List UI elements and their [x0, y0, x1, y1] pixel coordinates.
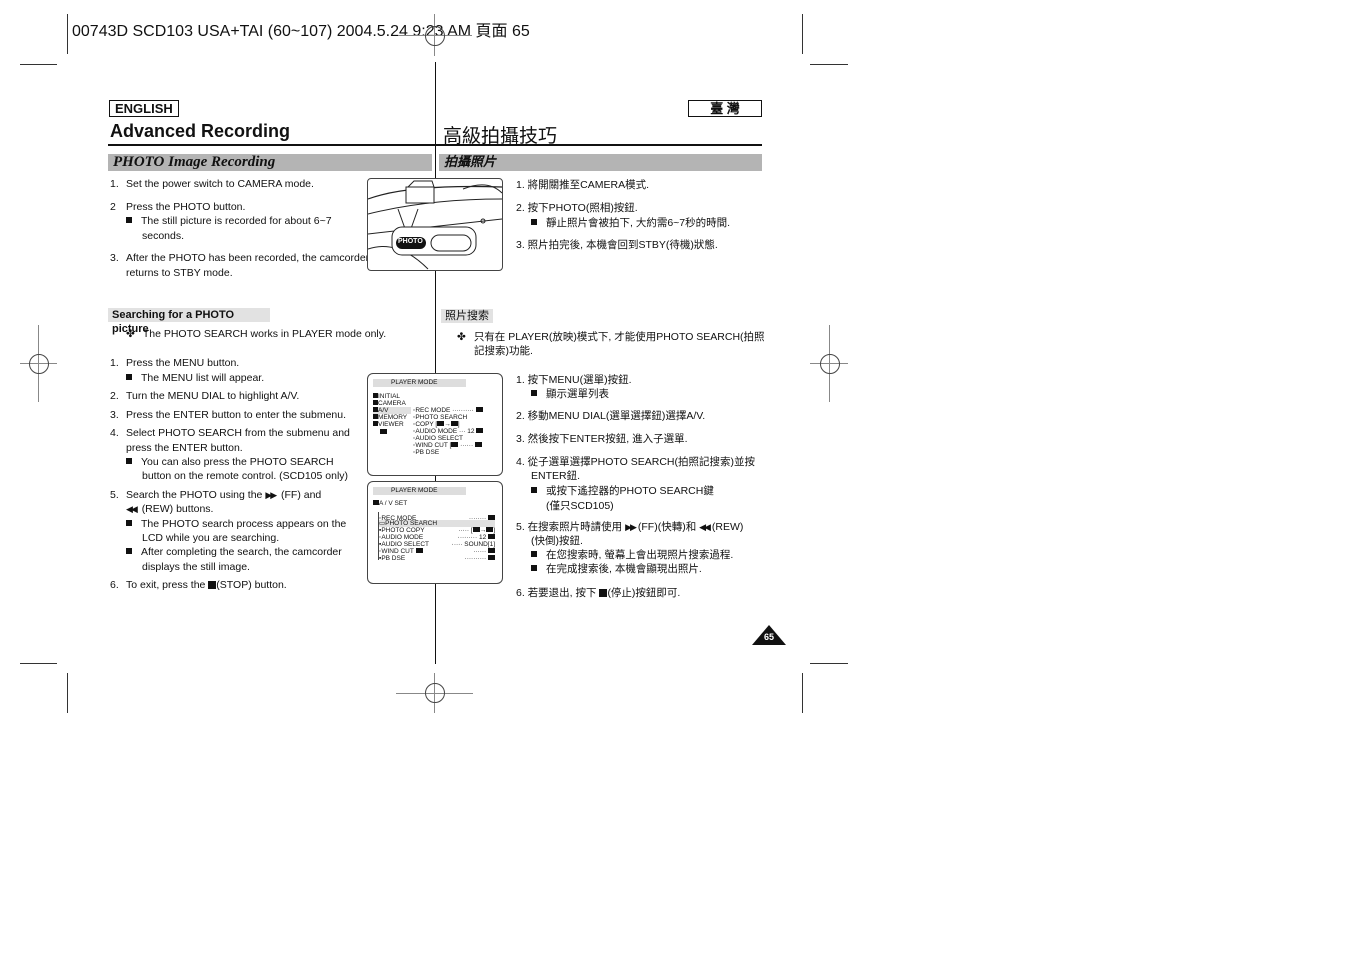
menu-screen-player-mode: PLAYER MODE INITIAL CAMERA A/V MEMORY VI… [367, 373, 503, 476]
menu-item-av: A/V [373, 407, 411, 414]
menu-item-camera: CAMERA [373, 400, 406, 407]
language-label-taiwan: 臺 灣 [688, 100, 762, 117]
search-step-5: 5. Search the PHOTO using the ▶▶ (FF) and [110, 489, 322, 501]
registration-circle [29, 354, 49, 374]
step-3-cont: returns to STBY mode. [126, 267, 233, 279]
submenu-copy: ◦COPY [→] [413, 421, 460, 428]
av-audio-mode: ◦AUDIO MODE ········· 12 [379, 534, 495, 541]
cn-search-step-4-cont: ENTER鈕. [531, 470, 581, 482]
cn-step-2: 2. 按下PHOTO(照相)按鈕. [516, 202, 638, 214]
search-step-5-cont: ◀◀ (REW) buttons. [126, 503, 214, 515]
registration-circle [425, 26, 445, 46]
menu-title: A / V SET [373, 500, 407, 507]
cn-search-step-6: 6. 若要退出, 按下 (停止)按鈕即可. [516, 587, 681, 599]
cn-note: ✤ 只有在 PLAYER(放映)模式下, 才能使用PHOTO SEARCH(拍照 [457, 331, 765, 343]
registration-circle [425, 683, 445, 703]
ff-icon: ▶▶ [625, 522, 637, 532]
av-photo-copy: ▪PHOTO COPY····· [→] [379, 527, 495, 534]
crop-mark [20, 663, 57, 664]
search-step-2: 2. Turn the MENU DIAL to highlight A/V. [110, 390, 300, 402]
submenu-rec-mode: ◦REC MODE ·········· [413, 407, 483, 414]
av-photo-search[interactable]: ▭PHOTO SEARCH [379, 520, 495, 527]
search-step-4-cont: press the ENTER button. [126, 442, 243, 454]
cn-search-step-4-bullet-cont: (僅只SCD105) [546, 500, 614, 512]
search-step-4-bullet-cont: button on the remote control. (SCD105 on… [142, 470, 349, 482]
step-3: 3. After the PHOTO has been recorded, the… [110, 252, 370, 264]
step-2-bullet-cont: seconds. [142, 230, 185, 242]
cn-step-3: 3. 照片拍完後, 本機會回到STBY(待機)狀態. [516, 239, 718, 251]
title-rule [108, 144, 762, 146]
cn-search-step-5-cont: (快倒)按鈕. [531, 535, 583, 547]
note: ✤ The PHOTO SEARCH works in PLAYER mode o… [126, 328, 387, 340]
search-step-5-bullet-2-cont: displays the still image. [142, 561, 250, 573]
ff-icon: ▶▶ [265, 490, 277, 500]
search-step-1: 1. Press the MENU button. [110, 357, 240, 369]
cn-step-2-bullet: 靜止照片會被拍下, 大約需6~7秒的時間. [531, 216, 730, 230]
photo-button-label: PHOTO [398, 238, 423, 245]
section-title-cn: 拍攝照片 [439, 154, 762, 171]
submenu-audio-mode: ◦AUDIO MODE ··· 12 [413, 428, 484, 435]
menu-item-memory: MEMORY [373, 414, 407, 421]
cn-note-cont: 記搜索)功能. [474, 345, 533, 357]
av-audio-select: ▪AUDIO SELECT ····· SOUND[1] [379, 541, 495, 548]
search-step-4: 4. Select PHOTO SEARCH from the submenu a… [110, 427, 350, 439]
search-step-5-bullet-1: The PHOTO search process appears on the [126, 517, 346, 531]
crop-mark [810, 663, 848, 664]
cn-step-1: 1. 將開關推至CAMERA模式. [516, 179, 650, 191]
crop-mark [67, 673, 68, 713]
av-wind-cut: ◦WIND CUT ······ [379, 548, 495, 555]
cn-search-step-3: 3. 然後按下ENTER按鈕, 進入子選單. [516, 433, 688, 445]
menu-item-initial: INITIAL [373, 393, 400, 400]
page-title: Advanced Recording [110, 121, 291, 141]
print-header: 00743D SCD103 USA+TAI (60~107) 2004.5.24… [72, 23, 530, 40]
subsection-title: Searching for a PHOTO picture [108, 308, 270, 335]
submenu-audio-select: ◦AUDIO SELECT [413, 435, 463, 442]
crop-mark [810, 64, 848, 65]
menu-header: PLAYER MODE [373, 487, 466, 495]
submenu-photo-search: ◦PHOTO SEARCH [413, 414, 468, 421]
cn-search-step-4: 4. 從子選單選擇PHOTO SEARCH(拍照記搜索)並按 [516, 456, 755, 468]
search-step-3: 3. Press the ENTER button to enter the su… [110, 409, 347, 421]
crop-mark [802, 14, 803, 54]
rew-icon: ◀◀ [126, 504, 138, 514]
menu-icon [380, 429, 387, 436]
submenu-pb-dse: ◦PB DSE [413, 449, 440, 456]
av-pb-dse: ▪PB DSE ·········· [379, 555, 495, 562]
search-step-1-bullet: The MENU list will appear. [126, 371, 264, 385]
cn-search-step-2: 2. 移動MENU DIAL(選單選擇鈕)選擇A/V. [516, 410, 706, 422]
camera-illustration: PHOTO [367, 178, 503, 271]
step-2-bullet: The still picture is recorded for about … [126, 214, 332, 228]
registration-circle [820, 354, 840, 374]
camcorder-drawing [368, 180, 502, 270]
step-2: 2 Press the PHOTO button. [110, 201, 246, 213]
search-step-4-bullet: You can also press the PHOTO SEARCH [126, 455, 334, 469]
page-number: 65 [763, 632, 774, 642]
subsection-title-cn: 照片搜索 [441, 309, 493, 323]
language-label-english: ENGLISH [109, 100, 179, 117]
search-step-5-bullet-2: After completing the search, the camcord… [126, 545, 342, 559]
submenu-wind-cut: ◦WIND CUT [ ······ [413, 442, 482, 449]
cn-search-step-5-bullet-1: 在您搜索時, 螢幕上會出現照片搜索過程. [531, 548, 733, 562]
crop-mark [67, 14, 68, 54]
page-title-cn: 高級拍攝技巧 [443, 126, 558, 147]
crop-mark [802, 673, 803, 713]
menu-header: PLAYER MODE [373, 379, 466, 387]
section-title: PHOTO Image Recording [108, 154, 432, 171]
search-step-5-bullet-1-cont: LCD while you are searching. [142, 532, 280, 544]
cn-search-step-5: 5. 在搜索照片時請使用 ▶▶ (FF)(快轉)和 ◀◀ (REW) [516, 521, 744, 533]
menu-item-viewer: VIEWER [373, 421, 404, 428]
search-step-6: 6. To exit, press the (STOP) button. [110, 579, 287, 591]
menu-screen-av-set: PLAYER MODE A / V SET ◦REC MODE ········ … [367, 481, 503, 584]
cn-search-step-1: 1. 按下MENU(選單)按鈕. [516, 374, 632, 386]
cn-search-step-4-bullet: 或按下遙控器的PHOTO SEARCH鍵 [531, 484, 714, 498]
rew-icon: ◀◀ [699, 522, 711, 532]
crop-mark [20, 64, 57, 65]
cn-search-step-5-bullet-2: 在完成搜索後, 本機會顯現出照片. [531, 562, 702, 576]
cn-search-step-1-bullet: 顯示選單列表 [531, 387, 609, 401]
step-1: 1. Set the power switch to CAMERA mode. [110, 178, 314, 190]
